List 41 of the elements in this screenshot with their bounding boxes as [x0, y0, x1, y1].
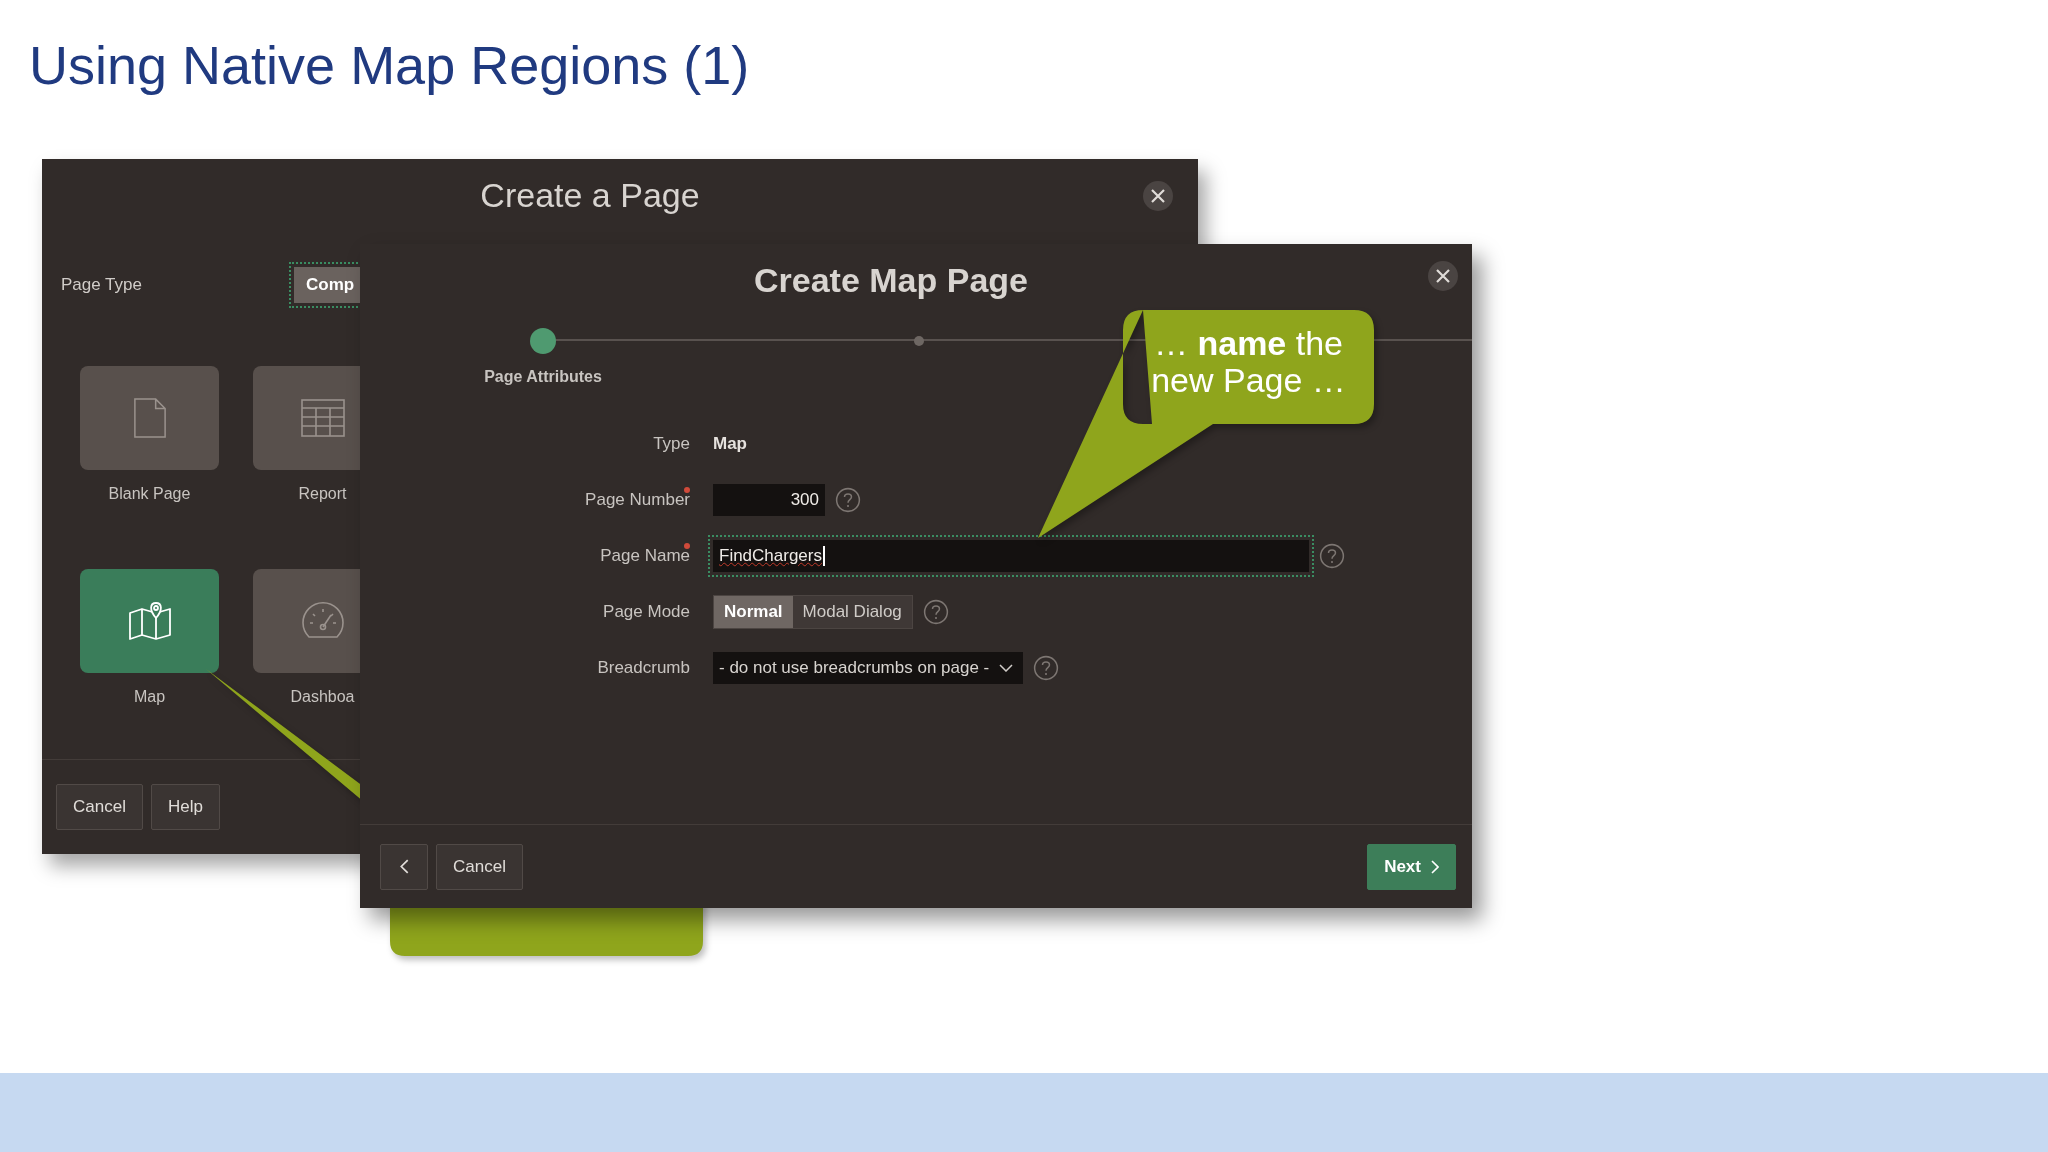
tile-label: Blank Page — [108, 484, 191, 503]
table-icon — [300, 397, 345, 438]
dialog-title: Create Map Page — [754, 260, 1028, 300]
callout-text: … name the new Page … — [1150, 325, 1347, 400]
tile-label: Map — [133, 687, 166, 706]
field-label: Breadcrumb — [597, 658, 690, 678]
gauge-icon — [300, 600, 345, 641]
input-field[interactable]: 300 — [713, 484, 825, 516]
step-label: Page Attributes — [484, 368, 602, 386]
chevron-left-icon — [399, 859, 409, 874]
page-type-tile[interactable] — [80, 568, 219, 673]
next-button[interactable]: Next — [1367, 843, 1456, 890]
tile-label: Dashboa — [290, 687, 355, 706]
cancel-button[interactable]: Cancel — [436, 843, 523, 890]
chevron-right-icon — [1431, 859, 1439, 874]
field-label: Type — [653, 434, 690, 454]
field-value: Map — [713, 434, 747, 454]
dialog-button[interactable]: Cancel — [56, 784, 143, 830]
close-icon[interactable] — [1143, 181, 1173, 211]
tile-label: Report — [298, 484, 347, 503]
page-type-tile[interactable] — [80, 365, 219, 470]
dialog-button[interactable]: Help — [150, 784, 220, 830]
close-icon[interactable] — [1428, 261, 1458, 291]
help-icon[interactable] — [922, 599, 949, 625]
field-label: Page Mode — [603, 602, 690, 622]
segment-button[interactable]: Normal — [714, 596, 793, 628]
dialog-title: Create a Page — [480, 176, 700, 216]
field-label: Page Name — [599, 546, 690, 566]
map-pin-icon — [127, 600, 172, 641]
document-icon — [132, 396, 167, 439]
field-label: Page Number — [584, 490, 690, 510]
help-icon[interactable] — [835, 487, 861, 513]
chevron-down-icon — [999, 664, 1014, 672]
segment-button[interactable]: Modal Dialog — [792, 596, 912, 628]
page-type-tile[interactable] — [253, 568, 360, 673]
help-icon[interactable] — [1033, 655, 1060, 681]
select-field[interactable]: - do not use breadcrumbs on page - — [713, 652, 1024, 684]
page-type-tile[interactable] — [253, 365, 360, 470]
page-type-label: Page Type — [61, 274, 142, 295]
slide-title: Using Native Map Regions (1) — [29, 34, 750, 96]
help-icon[interactable] — [1319, 543, 1345, 569]
